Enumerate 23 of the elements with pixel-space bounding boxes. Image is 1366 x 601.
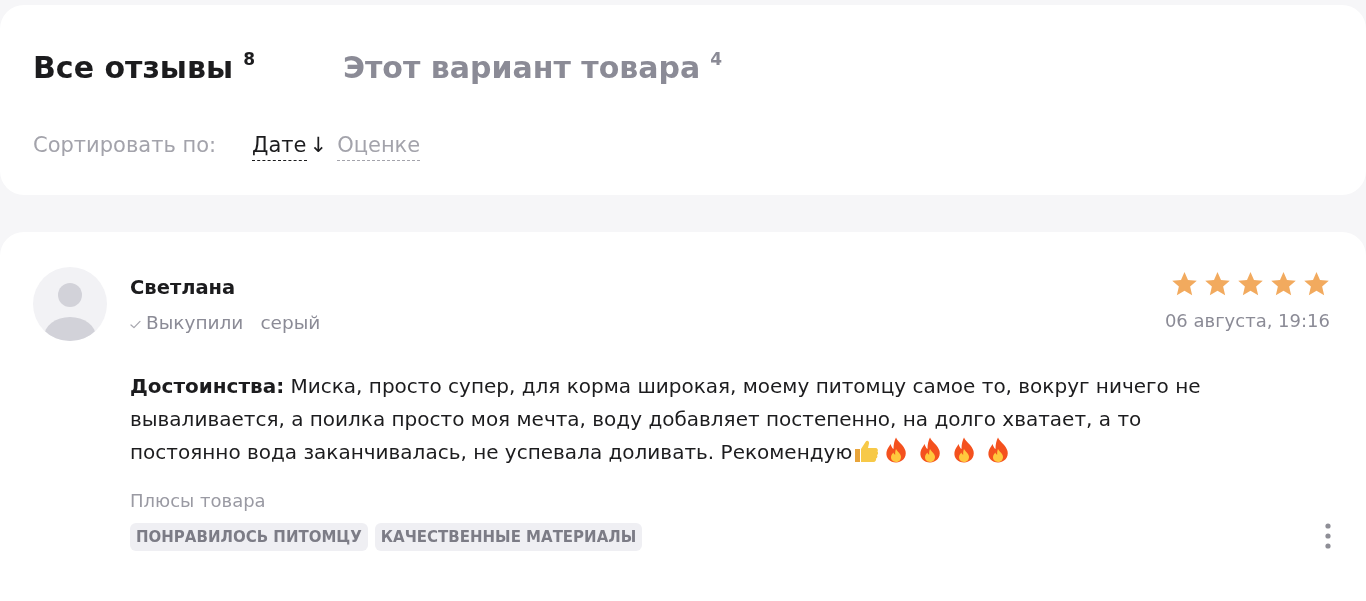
- check-icon: [130, 319, 141, 329]
- more-options-icon[interactable]: [1324, 523, 1332, 549]
- review-date: 06 августа, 19:16: [1164, 309, 1330, 333]
- tag: КАЧЕСТВЕННЫЕ МАТЕРИАЛЫ: [374, 523, 643, 551]
- fire-icon: [919, 437, 942, 463]
- sort-option[interactable]: Дате↓: [252, 132, 328, 161]
- star-icon: [1204, 271, 1231, 297]
- avatar-icon: [33, 267, 107, 341]
- tab[interactable]: Все отзывы 8: [33, 48, 255, 88]
- star-icon: [1237, 271, 1264, 297]
- fire-icon: [953, 437, 976, 463]
- fire-icon: [885, 437, 908, 463]
- star-icon: [1270, 271, 1297, 297]
- author-name: Светлана: [130, 275, 236, 301]
- purchased-label: Выкупили: [146, 311, 244, 335]
- tag: ПОНРАВИЛОСЬ ПИТОМЦУ: [130, 523, 368, 551]
- variant-label: серый: [260, 311, 321, 335]
- sort-label: Сортировать по:: [33, 132, 217, 158]
- fire-icon: [987, 437, 1010, 463]
- pros-title: Плюсы товара: [130, 489, 266, 513]
- thumbs-up-icon: [853, 439, 880, 463]
- star-icon: [1171, 271, 1198, 297]
- star-icon: [1303, 271, 1330, 297]
